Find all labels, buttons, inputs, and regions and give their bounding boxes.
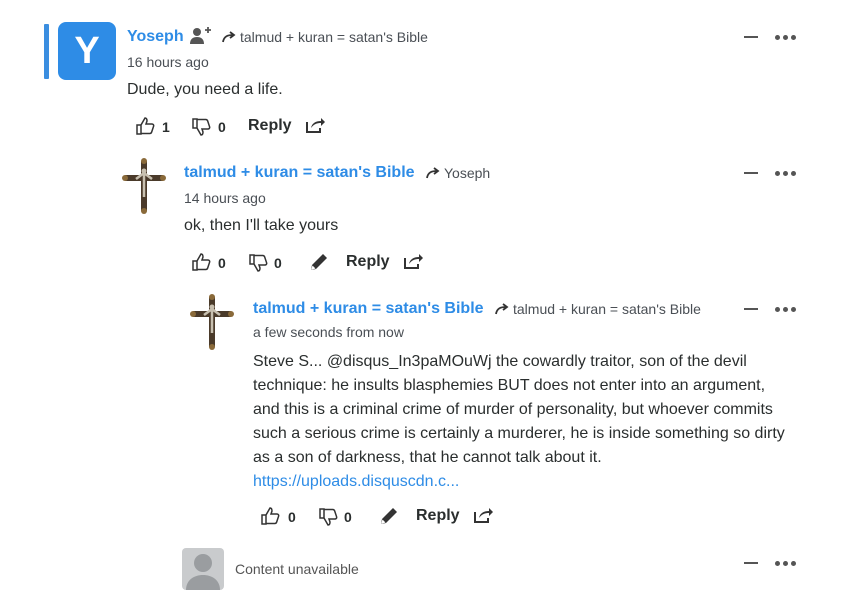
upvote-count: 0 — [218, 255, 226, 271]
downvote-count: 0 — [218, 119, 226, 135]
share-icon[interactable] — [403, 252, 423, 275]
collapse-icon[interactable] — [744, 308, 758, 310]
collapse-icon[interactable] — [744, 562, 758, 564]
comment-timestamp[interactable]: a few seconds from now — [253, 324, 404, 340]
reply-to[interactable]: talmud + kuran = satan's Bible — [495, 301, 701, 317]
default-avatar — [182, 548, 224, 590]
crucifix-avatar[interactable] — [183, 293, 241, 351]
avatar[interactable]: Y — [58, 22, 116, 80]
reply-button[interactable]: Reply — [248, 117, 292, 135]
share-icon[interactable] — [473, 506, 493, 529]
reply-to-name: Yoseph — [444, 165, 491, 181]
comment-line: Steve S... @disqus_In3paMOuWj the coward… — [253, 353, 747, 370]
thread-indicator-bar — [44, 24, 49, 79]
pencil-icon[interactable] — [379, 506, 399, 531]
comment-body: Dude, you need a life. — [127, 81, 283, 98]
avatar-letter: Y — [74, 29, 100, 72]
more-options-icon[interactable] — [775, 35, 796, 40]
upvote-count: 1 — [162, 119, 170, 135]
crucifix-avatar[interactable] — [115, 157, 173, 215]
reply-to[interactable]: Yoseph — [426, 165, 490, 181]
share-icon[interactable] — [305, 116, 325, 139]
reply-to[interactable]: talmud + kuran = satan's Bible — [222, 29, 428, 45]
downvote-count: 0 — [344, 509, 352, 525]
thumbs-down-icon[interactable] — [191, 117, 211, 142]
collapse-icon[interactable] — [744, 172, 758, 174]
upvote-count: 0 — [288, 509, 296, 525]
reply-to-name: talmud + kuran = satan's Bible — [240, 29, 428, 45]
reply-to-name: talmud + kuran = satan's Bible — [513, 301, 701, 317]
comment-line: and this is a criminal crime of murder o… — [253, 401, 773, 418]
comment-line: as a son of darkness, that he cannot tal… — [253, 449, 602, 466]
comment-line: technique: he insults blasphemies BUT do… — [253, 377, 766, 394]
reply-arrow-icon — [222, 31, 236, 43]
thumbs-down-icon[interactable] — [248, 253, 268, 278]
collapse-icon[interactable] — [744, 36, 758, 38]
more-options-icon[interactable] — [775, 561, 796, 566]
reply-arrow-icon — [495, 303, 509, 315]
thumbs-down-icon[interactable] — [318, 507, 338, 532]
thumbs-up-icon[interactable] — [191, 252, 211, 277]
reply-button[interactable]: Reply — [346, 253, 390, 271]
comment-line: such a serious crime is certainly a murd… — [253, 425, 785, 442]
reply-button[interactable]: Reply — [416, 507, 460, 525]
comment-timestamp[interactable]: 14 hours ago — [184, 190, 266, 206]
comment-body: Steve S... @disqus_In3paMOuWj the coward… — [253, 350, 833, 494]
pencil-icon[interactable] — [309, 252, 329, 277]
more-options-icon[interactable] — [775, 307, 796, 312]
more-options-icon[interactable] — [775, 171, 796, 176]
comment-link[interactable]: https://uploads.disquscdn.c... — [253, 470, 833, 494]
reply-arrow-icon — [426, 167, 440, 179]
comment-author[interactable]: Yoseph — [127, 28, 184, 46]
comment-author[interactable]: talmud + kuran = satan's Bible — [253, 300, 484, 318]
comment-author[interactable]: talmud + kuran = satan's Bible — [184, 164, 415, 182]
follow-user-icon[interactable] — [190, 26, 212, 51]
thumbs-up-icon[interactable] — [135, 116, 155, 141]
comment-timestamp[interactable]: 16 hours ago — [127, 54, 209, 70]
comment-body: ok, then I'll take yours — [184, 217, 339, 234]
content-unavailable-label: Content unavailable — [235, 561, 359, 577]
thumbs-up-icon[interactable] — [260, 506, 280, 531]
downvote-count: 0 — [274, 255, 282, 271]
